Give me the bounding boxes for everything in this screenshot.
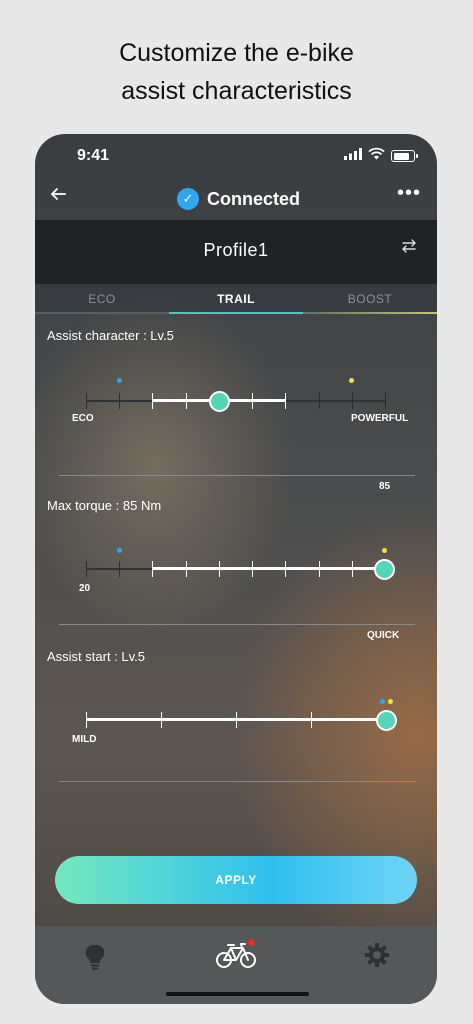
slider-tick <box>119 393 120 409</box>
connection-status: ✓ Connected <box>177 187 300 211</box>
gear-icon[interactable] <box>364 942 390 968</box>
more-dots-icon[interactable]: ••• <box>397 182 421 205</box>
slider-tick <box>119 561 120 577</box>
slider-tick <box>352 393 353 409</box>
status-time: 9:41 <box>77 147 110 164</box>
tab-eco[interactable]: ECO <box>35 284 169 314</box>
status-bar: 9:41 <box>35 134 437 182</box>
tab-boost[interactable]: BOOST <box>303 284 437 314</box>
max-torque-min-label: 20 <box>79 583 91 594</box>
slider-tick <box>236 712 237 728</box>
marker-blue <box>116 548 122 553</box>
slider-tick <box>219 561 220 577</box>
slider-tick <box>285 561 286 577</box>
slider-thumb[interactable] <box>374 559 395 580</box>
marker-yellow <box>387 699 393 704</box>
phone-screen: 9:41 ✓ Connected ••• Profile1 ECO TRAIL … <box>35 134 437 1004</box>
slider-tick <box>311 712 312 728</box>
section-divider <box>59 624 415 625</box>
connection-label: Connected <box>207 188 301 209</box>
slider-tick <box>186 561 187 577</box>
slider-tick <box>86 712 87 728</box>
swap-arrows-icon[interactable] <box>401 238 417 254</box>
assist-character-title: Assist character : Lv.5 <box>47 328 174 343</box>
profile-bar: Profile1 <box>35 220 437 284</box>
assist-start-slider[interactable] <box>86 699 397 735</box>
slider-tick <box>186 393 187 409</box>
slider-tick <box>319 561 320 577</box>
marker-blue <box>379 699 385 704</box>
home-indicator <box>166 992 309 996</box>
notification-badge <box>248 939 255 946</box>
slider-tick <box>252 561 253 577</box>
cellular-signal-icon <box>344 148 362 160</box>
slider-tick <box>86 561 87 577</box>
slider-tick <box>86 393 87 409</box>
slider-tick <box>161 712 162 728</box>
headline-line-1: Customize the e-bike <box>119 39 354 67</box>
arrow-left-icon[interactable] <box>49 186 67 202</box>
tab-trail[interactable]: TRAIL <box>169 284 303 314</box>
max-torque-slider[interactable] <box>86 548 395 584</box>
slider-tick <box>152 561 153 577</box>
slider-tick <box>152 393 153 409</box>
slider-thumb[interactable] <box>209 391 230 412</box>
tab-boost-underline <box>303 312 437 314</box>
slider-tick <box>319 393 320 409</box>
tab-eco-underline <box>35 312 169 314</box>
section-divider <box>59 475 415 476</box>
slider-thumb[interactable] <box>376 710 397 731</box>
assist-character-range-label: 85 <box>379 481 391 492</box>
assist-start-min-label: MILD <box>72 734 97 745</box>
slider-tick <box>352 561 353 577</box>
bottom-nav <box>35 926 437 1004</box>
slider-tick <box>285 393 286 409</box>
marker-blue <box>116 378 122 383</box>
tab-trail-underline <box>169 312 303 314</box>
headline: Customize the e-bike assist characterist… <box>0 34 473 110</box>
wifi-icon <box>368 147 385 160</box>
assist-start-title: Assist start : Lv.5 <box>47 649 146 664</box>
marker-yellow <box>348 378 354 383</box>
check-circle-icon: ✓ <box>177 188 199 210</box>
assist-character-max-label: POWERFUL <box>351 413 409 424</box>
headline-line-2: assist characteristics <box>121 77 352 105</box>
mode-tabs: ECO TRAIL BOOST <box>35 284 437 314</box>
max-torque-max-label: QUICK <box>367 630 400 641</box>
max-torque-title: Max torque : 85 Nm <box>47 498 162 513</box>
battery-icon <box>391 150 418 162</box>
section-divider <box>59 781 415 782</box>
assist-character-slider[interactable] <box>86 378 386 416</box>
assist-character-min-label: ECO <box>72 413 94 424</box>
slider-tick <box>252 393 253 409</box>
slider-tick <box>385 393 386 409</box>
profile-name: Profile1 <box>203 240 269 260</box>
top-nav: ✓ Connected ••• <box>35 182 437 218</box>
marker-yellow <box>381 548 387 553</box>
lightbulb-icon[interactable] <box>85 944 105 970</box>
apply-button[interactable]: APPLY <box>55 856 417 904</box>
